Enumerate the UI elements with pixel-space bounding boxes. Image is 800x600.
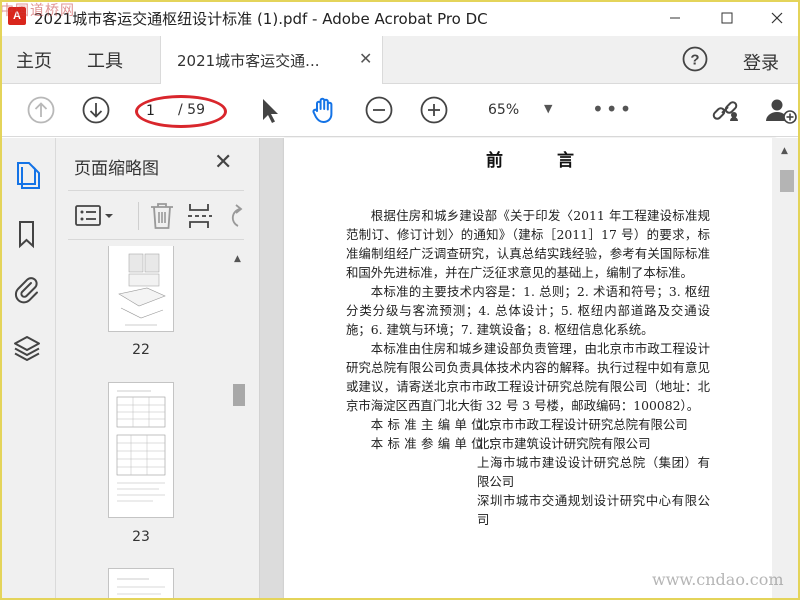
select-arrow-icon[interactable] — [258, 96, 282, 130]
current-page-input[interactable] — [146, 101, 174, 121]
thumbnail-scrollbar-thumb[interactable] — [233, 384, 245, 406]
close-icon — [771, 12, 783, 24]
close-window-button[interactable] — [754, 0, 800, 36]
minimize-button[interactable] — [652, 0, 698, 36]
document-view: 前 言 根据住房和城乡建设部《关于印发〈2011 年工程建设标准规范制订、修订计… — [260, 138, 800, 600]
chief-editor-value: 北京市市政工程设计研究总院有限公司 — [477, 417, 688, 432]
maximize-button[interactable] — [704, 0, 750, 36]
page-navigator: / 59 — [140, 97, 218, 125]
panel-title: 页面缩略图 — [74, 159, 159, 179]
more-tools-button[interactable]: ••• — [592, 97, 633, 121]
main-toolbar: / 59 65% ▼ ••• — [0, 85, 800, 137]
bookmark-icon[interactable] — [12, 218, 42, 254]
co-editor-item: 北京市建筑设计研究院有限公司 — [477, 436, 651, 451]
menu-bar: 主页 工具 2021城市客运交通... ✕ ? 登录 — [0, 36, 800, 84]
paragraph-3: 本标准由住房和城乡建设部负责管理，由北京市市政工程设计研究总院有限公司负责具体技… — [346, 341, 710, 413]
chevron-down-icon: ▼ — [544, 102, 553, 115]
maximize-icon — [721, 12, 733, 24]
insert-page-icon[interactable] — [186, 201, 214, 235]
window-title: 2021城市客运交通枢纽设计标准 (1).pdf - Adobe Acrobat… — [34, 10, 488, 28]
share-link-icon[interactable] — [710, 96, 744, 130]
zoom-in-icon[interactable] — [419, 95, 449, 129]
acrobat-app-icon: A — [8, 7, 26, 25]
thumbnail-panel: 页面缩略图 ✕ 22 23 ▲ — [56, 138, 260, 600]
page-down-icon[interactable] — [81, 95, 111, 129]
document-heading: 前 言 — [486, 151, 598, 171]
paragraph-1: 根据住房和城乡建设部《关于印发〈2011 年工程建设标准规范制订、修订计划〉的通… — [346, 208, 710, 280]
thumbnail-page-23[interactable] — [108, 382, 174, 518]
delete-page-icon[interactable] — [148, 201, 176, 235]
scroll-up-icon[interactable]: ▲ — [781, 146, 788, 156]
attachment-icon[interactable] — [12, 274, 42, 310]
login-button[interactable]: 登录 — [743, 49, 779, 75]
menu-tools[interactable]: 工具 — [87, 47, 123, 73]
thumbnail-text — [117, 578, 165, 595]
menu-home[interactable]: 主页 — [16, 47, 52, 73]
thumbnail-page-number: 23 — [132, 529, 150, 545]
panel-toolbar — [68, 190, 244, 240]
co-editor-label: 本标准参编单位： — [370, 436, 505, 451]
document-scrollbar-thumb[interactable] — [780, 170, 794, 192]
chief-editor-label: 本标准主编单位： — [370, 417, 505, 432]
toolbar-divider — [138, 202, 139, 230]
thumbnail-scrollbar[interactable]: ▲ — [232, 250, 246, 600]
co-editor-item: 上海市城市建设设计研究总院（集团）有限公司 — [477, 455, 710, 489]
co-editor-item: 深圳市城市交通规划设计研究中心有限公司 — [477, 493, 710, 527]
document-tab-label: 2021城市客运交通... — [177, 52, 320, 70]
svg-text:?: ? — [690, 52, 699, 69]
zoom-dropdown[interactable]: 65% ▼ — [478, 97, 560, 125]
layers-icon[interactable] — [12, 332, 42, 368]
thumbnail-page-number: 22 — [132, 342, 150, 358]
thumbnail-page-next[interactable] — [108, 568, 174, 600]
help-icon[interactable]: ? — [682, 46, 708, 76]
document-tab[interactable]: 2021城市客运交通... ✕ — [160, 36, 383, 84]
add-user-icon[interactable] — [764, 96, 798, 130]
thumbnail-list: 22 23 — [56, 246, 232, 600]
thumbnail-diagram — [118, 253, 166, 326]
thumbnail-options-button[interactable] — [74, 203, 118, 233]
document-body: 根据住房和城乡建设部《关于印发〈2011 年工程建设标准规范制订、修订计划〉的通… — [346, 206, 710, 529]
thumbnail-page-22[interactable] — [108, 246, 174, 332]
list-options-icon — [75, 205, 113, 226]
document-scrollbar[interactable]: ▲ — [772, 138, 800, 600]
zoom-out-icon[interactable] — [364, 95, 394, 129]
scroll-up-icon[interactable]: ▲ — [234, 254, 241, 264]
title-bar: A 2021城市客运交通枢纽设计标准 (1).pdf - Adobe Acrob… — [0, 0, 800, 36]
co-editor-list: 北京市建筑设计研究院有限公司 上海市城市建设设计研究总院（集团）有限公司 深圳市… — [477, 434, 710, 529]
left-navigation-rail — [0, 138, 56, 600]
zoom-value: 65% — [488, 102, 520, 118]
thumbnail-table — [116, 390, 166, 502]
close-tab-icon[interactable]: ✕ — [359, 49, 372, 68]
document-page: 前 言 根据住房和城乡建设部《关于印发〈2011 年工程建设标准规范制订、修订计… — [284, 138, 776, 600]
close-panel-icon[interactable]: ✕ — [214, 150, 232, 175]
co-editor-row: 本标准参编单位： 北京市建筑设计研究院有限公司 上海市城市建设设计研究总院（集团… — [346, 434, 710, 529]
minimize-icon — [670, 17, 680, 19]
rotate-page-icon[interactable] — [226, 201, 244, 235]
chief-editor-row: 本标准主编单位： 北京市市政工程设计研究总院有限公司 — [346, 415, 710, 434]
page-up-icon[interactable] — [26, 95, 56, 129]
paragraph-2: 本标准的主要技术内容是：1. 总则；2. 术语和符号；3. 枢纽分类分级与客流预… — [346, 284, 710, 337]
page-thumbnails-icon[interactable] — [12, 160, 42, 196]
total-pages-label: / 59 — [178, 102, 205, 118]
hand-tool-icon[interactable] — [308, 94, 340, 130]
